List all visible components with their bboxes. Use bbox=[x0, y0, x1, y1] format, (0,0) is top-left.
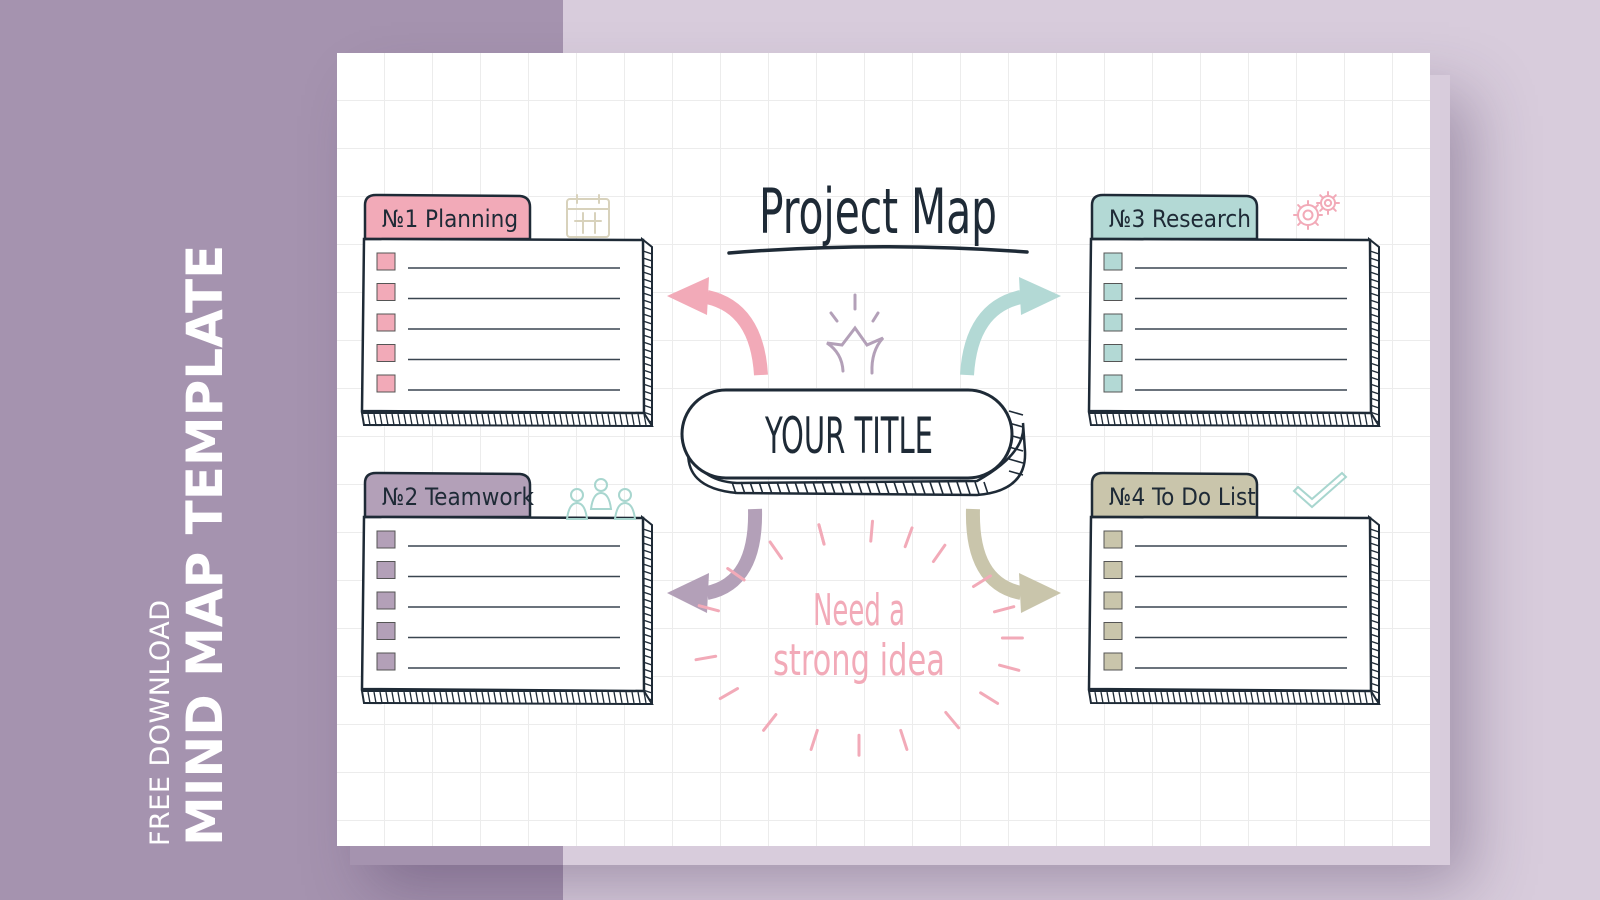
checkbox[interactable] bbox=[376, 252, 396, 271]
card-title: №4 To Do List bbox=[1109, 483, 1256, 511]
checkbox[interactable] bbox=[376, 313, 396, 332]
team-icon bbox=[565, 478, 637, 520]
arrow-to-todo bbox=[965, 508, 1061, 613]
burst-ray bbox=[931, 543, 947, 564]
burst-ray bbox=[762, 713, 778, 732]
burst-ray bbox=[899, 728, 909, 751]
burst-ray bbox=[992, 605, 1016, 614]
mind-map-sheet: Project Map YOUR TITLE Need a strong ide… bbox=[337, 53, 1430, 846]
banner-title: MIND MAP TEMPLATE bbox=[176, 244, 234, 846]
card-body bbox=[1087, 237, 1373, 415]
card-title: №1 Planning bbox=[382, 205, 518, 233]
checkbox[interactable] bbox=[376, 561, 396, 579]
checkbox[interactable] bbox=[1103, 652, 1123, 671]
checkbox[interactable] bbox=[1103, 530, 1123, 549]
burst-ray bbox=[694, 654, 718, 662]
side-banner-title: FREE DOWNLOAD MIND MAP TEMPLATE bbox=[145, 244, 234, 846]
crown-burst-icon bbox=[826, 293, 885, 375]
card-title: №2 Teamwork bbox=[382, 483, 534, 511]
central-node-title: YOUR TITLE bbox=[764, 407, 933, 465]
checkbox[interactable] bbox=[1103, 344, 1123, 362]
card-body bbox=[1087, 515, 1373, 693]
callout-line-2: strong idea bbox=[773, 635, 945, 686]
checkbox[interactable] bbox=[376, 652, 396, 671]
mind-map-canvas: Project Map YOUR TITLE Need a strong ide… bbox=[360, 175, 1381, 757]
card-research[interactable]: №3 Research bbox=[1087, 191, 1381, 428]
burst-ray bbox=[718, 687, 740, 701]
card-body bbox=[360, 515, 646, 693]
page-title: Project Map bbox=[759, 175, 997, 248]
calendar-icon bbox=[566, 194, 610, 238]
checkbox[interactable] bbox=[1103, 622, 1123, 640]
checkbox[interactable] bbox=[376, 591, 396, 610]
checkbox[interactable] bbox=[376, 344, 396, 362]
burst-ray bbox=[817, 523, 826, 546]
checkbox[interactable] bbox=[1103, 374, 1123, 393]
checkmark-icon bbox=[1292, 471, 1348, 509]
burst-ray bbox=[998, 663, 1021, 672]
checkbox[interactable] bbox=[1103, 252, 1123, 271]
card-teamwork[interactable]: №2 Teamwork bbox=[360, 471, 654, 706]
burst-ray bbox=[809, 728, 819, 751]
callout-line-1: Need a bbox=[813, 585, 905, 636]
checkbox[interactable] bbox=[376, 530, 396, 549]
checkbox[interactable] bbox=[1103, 283, 1123, 301]
central-node[interactable]: YOUR TITLE bbox=[680, 388, 1027, 497]
checkbox[interactable] bbox=[1103, 561, 1123, 579]
arrow-to-planning bbox=[667, 277, 768, 376]
gears-icon bbox=[1293, 191, 1340, 230]
card-planning[interactable]: №1 Planning bbox=[360, 193, 654, 428]
checkbox[interactable] bbox=[376, 622, 396, 640]
card-todo[interactable]: №4 To Do List bbox=[1087, 471, 1381, 706]
burst-ray bbox=[979, 691, 1000, 705]
checkbox[interactable] bbox=[376, 283, 396, 301]
checkbox[interactable] bbox=[376, 374, 396, 393]
checkbox[interactable] bbox=[1103, 313, 1123, 332]
card-body bbox=[360, 237, 646, 415]
arrow-to-research bbox=[960, 277, 1061, 376]
card-title: №3 Research bbox=[1109, 205, 1251, 233]
burst-ray bbox=[768, 540, 784, 560]
arrow-to-teamwork bbox=[667, 508, 763, 613]
burst-ray bbox=[944, 710, 961, 730]
burst-ray bbox=[903, 526, 914, 549]
banner-subtitle: FREE DOWNLOAD bbox=[145, 599, 176, 846]
burst-ray bbox=[869, 519, 875, 543]
checkbox[interactable] bbox=[1103, 591, 1123, 610]
